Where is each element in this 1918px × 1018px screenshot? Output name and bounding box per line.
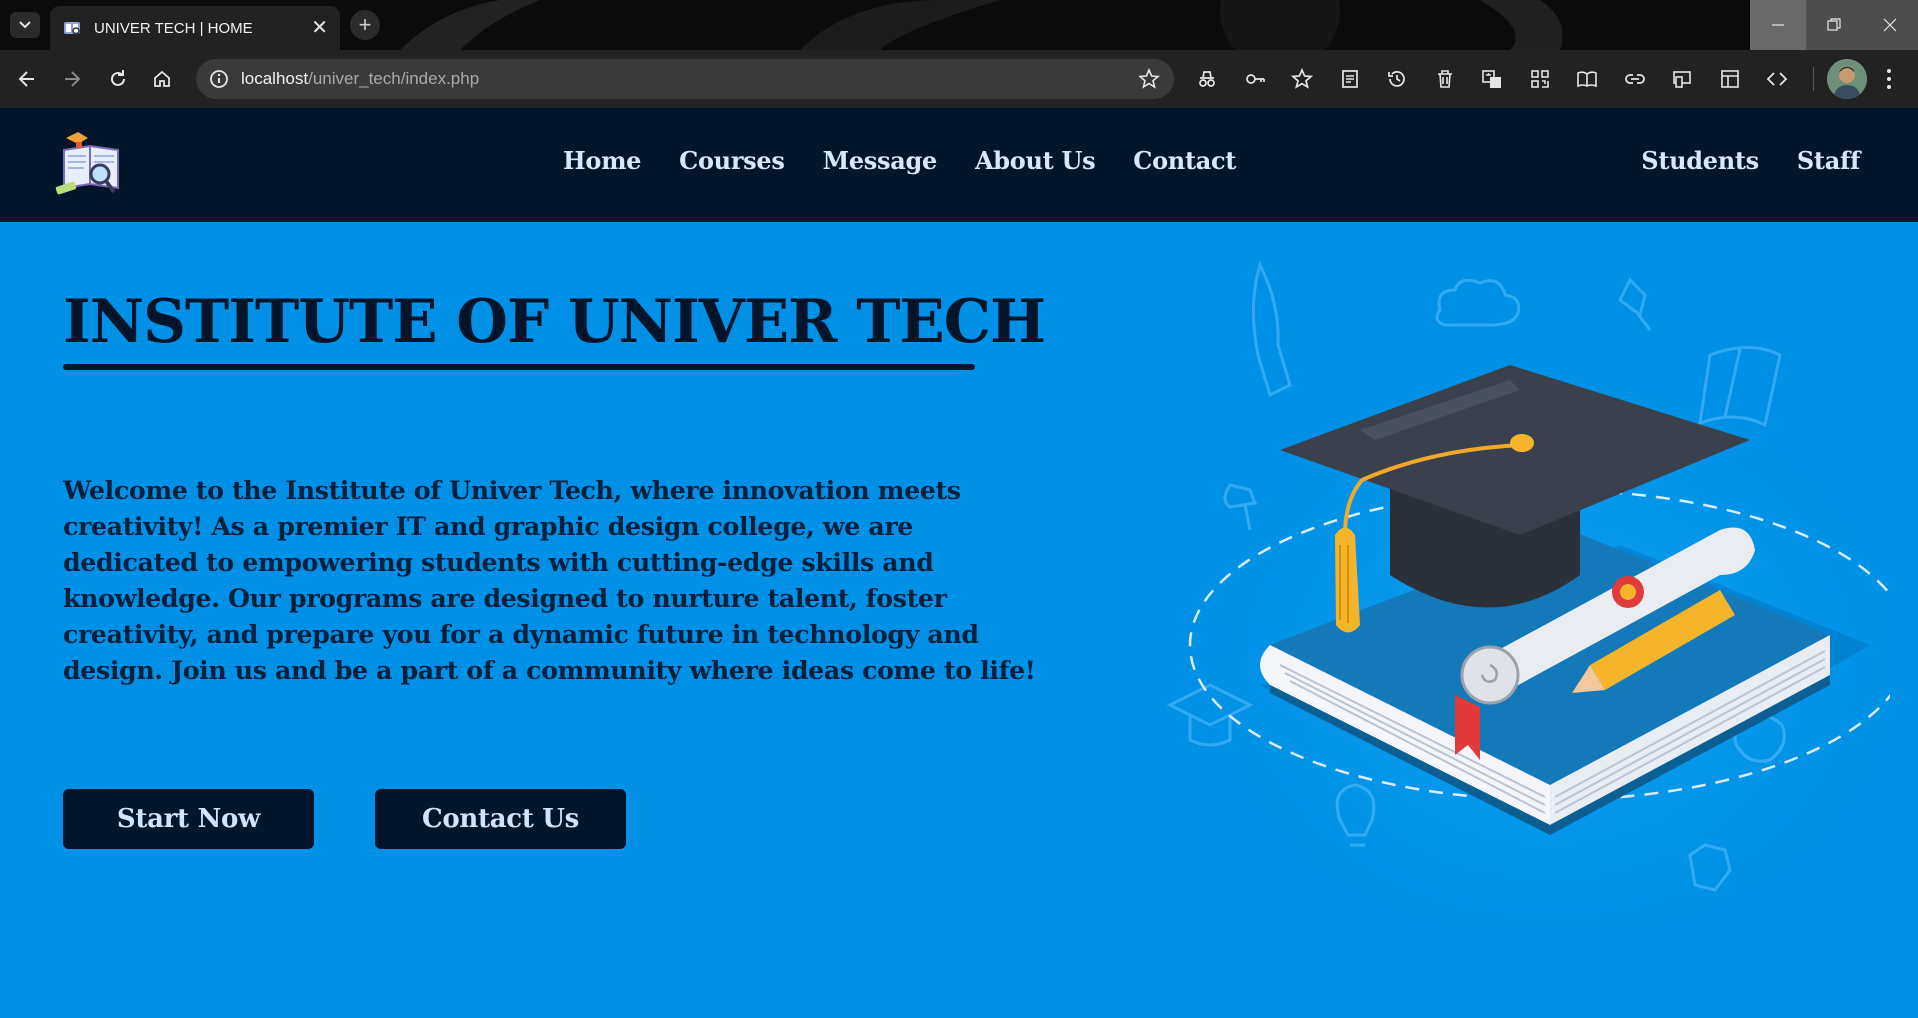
forward-icon[interactable] xyxy=(60,67,84,91)
profile-avatar[interactable] xyxy=(1827,59,1867,99)
favorites-icon[interactable] xyxy=(1290,67,1314,91)
contact-us-button[interactable]: Contact Us xyxy=(375,789,626,849)
site-navbar: Home Courses Message About Us Contact St… xyxy=(0,108,1918,222)
home-icon[interactable] xyxy=(150,67,174,91)
browser-tab-active[interactable]: UNIVER TECH | HOME ✕ xyxy=(50,6,340,50)
menu-kebab-icon[interactable] xyxy=(1885,67,1893,95)
hero-title-underline xyxy=(63,364,975,370)
reload-icon[interactable] xyxy=(106,67,130,91)
hero-title: INSTITUTE OF UNIVER TECH xyxy=(63,287,1046,357)
tab-close-icon[interactable]: ✕ xyxy=(311,18,328,38)
site-logo-icon[interactable] xyxy=(54,130,128,202)
minimize-icon[interactable] xyxy=(1750,0,1806,50)
address-bar[interactable]: localhost/univer_tech/index.php xyxy=(196,59,1174,99)
reader-mode-icon[interactable] xyxy=(1575,67,1599,91)
qr-code-icon[interactable] xyxy=(1528,67,1552,91)
incognito-icon[interactable] xyxy=(1195,67,1219,91)
nav-courses[interactable]: Courses xyxy=(679,146,785,175)
nav-home[interactable]: Home xyxy=(563,146,641,175)
back-icon[interactable] xyxy=(15,67,39,91)
nav-staff[interactable]: Staff xyxy=(1797,146,1860,175)
main-nav: Home Courses Message About Us Contact xyxy=(563,146,1236,175)
delete-icon[interactable] xyxy=(1433,67,1457,91)
new-tab-button[interactable]: + xyxy=(350,10,380,40)
toolbar-divider xyxy=(1813,67,1814,91)
nav-students[interactable]: Students xyxy=(1641,146,1759,175)
graduation-illustration xyxy=(1166,260,1890,925)
nav-contact[interactable]: Contact xyxy=(1133,146,1236,175)
url-text: localhost/univer_tech/index.php xyxy=(241,69,479,89)
devtools-icon[interactable] xyxy=(1765,67,1789,91)
tab-search-icon[interactable] xyxy=(10,12,40,38)
tab-title: UNIVER TECH | HOME xyxy=(94,19,253,37)
window-controls xyxy=(1750,0,1918,50)
site-info-icon[interactable] xyxy=(208,68,230,90)
password-key-icon[interactable] xyxy=(1243,67,1267,91)
link-icon[interactable] xyxy=(1623,67,1647,91)
reading-list-icon[interactable] xyxy=(1338,67,1362,91)
nav-message[interactable]: Message xyxy=(823,146,938,175)
translate-icon[interactable] xyxy=(1480,67,1504,91)
close-window-icon[interactable] xyxy=(1862,0,1918,50)
tabbar-background-art xyxy=(400,0,1563,50)
history-icon[interactable] xyxy=(1385,67,1409,91)
nav-about-us[interactable]: About Us xyxy=(975,146,1096,175)
restore-icon[interactable] xyxy=(1806,0,1862,50)
browser-tabbar: UNIVER TECH | HOME ✕ + xyxy=(0,0,1918,50)
bookmark-star-icon[interactable] xyxy=(1138,68,1160,90)
url-host: localhost xyxy=(241,69,309,88)
sidebar-icon[interactable] xyxy=(1718,67,1742,91)
start-now-button[interactable]: Start Now xyxy=(63,789,314,849)
tab-favicon-icon xyxy=(64,22,80,35)
hero-paragraph: Welcome to the Institute of Univer Tech,… xyxy=(63,475,1036,685)
url-path: /univer_tech/index.php xyxy=(308,69,480,88)
extension-icons xyxy=(1195,67,1789,91)
cast-icon[interactable] xyxy=(1670,67,1694,91)
browser-toolbar: localhost/univer_tech/index.php xyxy=(0,50,1918,108)
account-nav: Students Staff xyxy=(1641,146,1860,175)
